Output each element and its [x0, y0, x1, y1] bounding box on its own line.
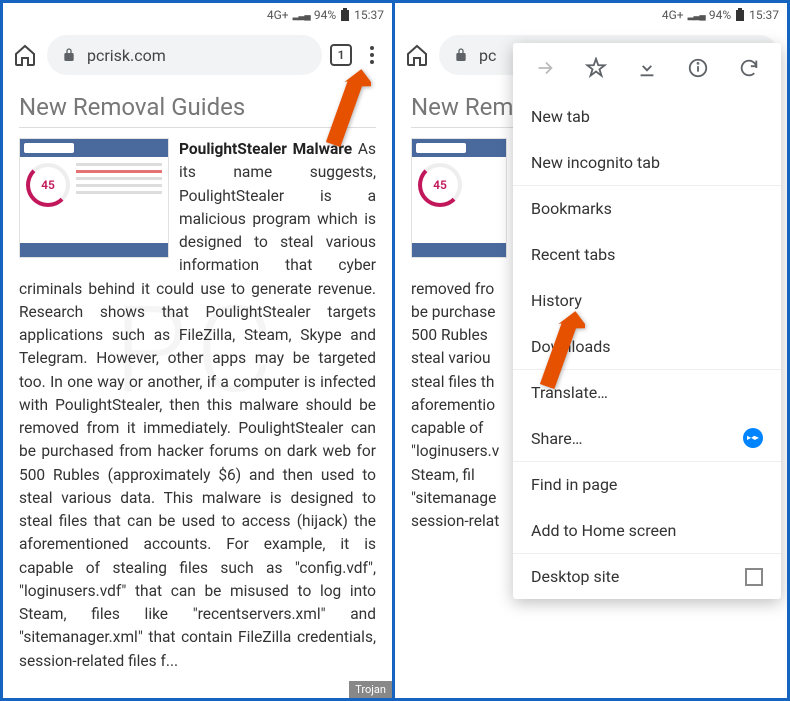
article-thumbnail[interactable]: 45	[411, 138, 507, 258]
battery-icon	[340, 8, 350, 22]
menu-item-find[interactable]: Find in page	[513, 461, 781, 507]
menu-item-bookmarks[interactable]: Bookmarks	[513, 185, 781, 231]
home-button[interactable]	[11, 41, 39, 69]
bookmark-button[interactable]	[582, 54, 610, 82]
reload-icon	[738, 57, 760, 79]
lock-icon	[61, 47, 77, 63]
battery-label: 94%	[314, 8, 336, 22]
network-label: 4G+	[267, 8, 289, 22]
status-bar: 4G+ ▂▃▄ 94% 15:37	[395, 3, 787, 27]
lock-icon	[453, 47, 469, 63]
gauge-value: 45	[418, 163, 462, 207]
home-icon	[13, 43, 37, 67]
tutorial-arrow-1	[301, 61, 371, 155]
menu-item-recent-tabs[interactable]: Recent tabs	[513, 231, 781, 277]
address-bar[interactable]: pcrisk.com	[47, 35, 322, 75]
menu-item-incognito[interactable]: New incognito tab	[513, 139, 781, 185]
clock-label: 15:37	[354, 8, 384, 22]
gauge-value: 45	[26, 163, 70, 207]
arrow-right-icon	[534, 57, 556, 79]
messenger-icon	[743, 428, 763, 448]
tab-count-label: 1	[338, 48, 345, 62]
home-button[interactable]	[403, 41, 431, 69]
home-icon	[405, 43, 429, 67]
info-icon	[687, 57, 709, 79]
checkbox-icon[interactable]	[745, 568, 763, 586]
url-text: pcrisk.com	[87, 46, 166, 65]
status-bar: 4G+ ▂▃▄ 94% 15:37	[3, 3, 392, 27]
page-content: New Removal Guides 45 PoulightStealer Ma…	[3, 83, 392, 673]
menu-item-share[interactable]: Share…	[513, 415, 781, 461]
forward-button[interactable]	[531, 54, 559, 82]
category-tag: Trojan	[349, 681, 392, 698]
battery-icon	[735, 8, 745, 22]
signal-icon: ▂▃▄	[293, 10, 310, 21]
menu-item-new-tab[interactable]: New tab	[513, 93, 781, 139]
download-icon	[636, 57, 658, 79]
clock-label: 15:37	[749, 8, 779, 22]
url-text: pc	[479, 46, 496, 65]
menu-item-add-home[interactable]: Add to Home screen	[513, 507, 781, 553]
star-icon	[585, 57, 607, 79]
menu-icon-row	[513, 43, 781, 93]
article-body: 45 PoulightStealer Malware As its name s…	[19, 138, 376, 673]
signal-icon: ▂▃▄	[688, 10, 705, 21]
network-label: 4G+	[662, 8, 684, 22]
battery-label: 94%	[709, 8, 731, 22]
tutorial-arrow-2	[515, 303, 585, 397]
article-thumbnail[interactable]: 45	[19, 138, 169, 258]
menu-item-desktop-site[interactable]: Desktop site	[513, 553, 781, 599]
info-button[interactable]	[684, 54, 712, 82]
reload-button[interactable]	[735, 54, 763, 82]
download-button[interactable]	[633, 54, 661, 82]
